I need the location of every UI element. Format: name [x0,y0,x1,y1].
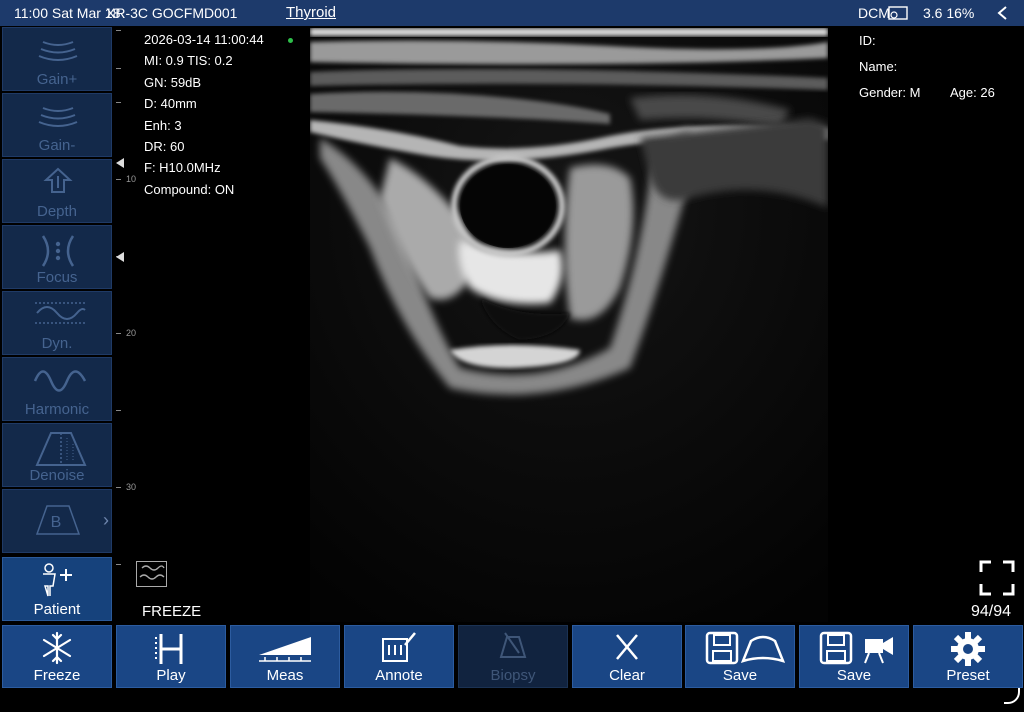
mi-tis-value: MI: 0.9 TIS: 0.2 [144,53,233,69]
gain-plus-label: Gain+ [36,71,78,88]
denoise-label: Denoise [29,467,85,484]
enhancement-value: Enh: 3 [144,117,182,133]
depth-label-20: 20 [126,328,137,338]
clock-date: 11:00 Sat Mar 18 [14,5,121,21]
depth-scale: 10 20 30 [116,30,140,620]
biopsy-label: Biopsy [490,667,536,684]
compound-value: Compound: ON [144,181,235,197]
annotate-icon [382,632,416,662]
patient-gender: Gender: M [859,85,921,100]
left-sidebar: Gain+ Gain- Depth Focus Dyn. Harmonic De… [0,27,114,625]
depth-tick [116,410,121,411]
focus-label: Focus [36,269,78,286]
focus-icon [41,235,75,267]
freeze-label: Freeze [33,667,81,684]
gear-icon [951,632,985,666]
biopsy-icon [499,632,527,658]
patient-id-label: ID: [859,33,876,48]
save-image-icon [705,631,785,665]
ultrasound-image[interactable] [310,28,828,622]
save-video-icon [819,631,893,665]
dynamic-range-label: Dyn. [41,335,73,352]
gain-minus-label: Gain- [38,137,76,154]
depth-tick [116,179,121,180]
depth-tick [116,102,121,103]
measure-button[interactable]: Meas [230,625,340,688]
fullscreen-icon[interactable] [979,560,1015,596]
harmonic-label: Harmonic [24,401,90,418]
exam-datetime: 2026-03-14 11:00:44 [144,32,264,47]
depth-value: D: 40mm [144,96,197,112]
denoise-icon [35,432,87,466]
cine-loop-icon[interactable] [136,561,167,587]
play-label: Play [156,667,186,684]
patient-name-label: Name: [859,59,898,74]
b-mode-label: B [50,514,62,531]
annotate-button[interactable]: Annote [344,625,454,688]
clear-button[interactable]: Clear [572,625,682,688]
imaging-parameters: 2026-03-14 11:00:44 MI: 0.9 TIS: 0.2 GN:… [144,32,264,203]
back-arrow-icon[interactable] [995,5,1011,21]
measure-label: Meas [266,667,304,684]
gain-plus-icon [38,41,78,61]
depth-icon [43,167,73,193]
depth-tick [116,564,121,565]
patient-icon [43,563,72,597]
save-image-label: Save [722,667,758,684]
dcm-label: DCM [858,5,890,21]
freeze-status: FREEZE [142,603,202,620]
focus-button[interactable]: Focus [2,225,112,289]
b-mode-button[interactable]: B › [2,489,112,553]
gain-value: GN: 59dB [144,74,202,90]
focus-marker[interactable] [116,252,124,262]
play-cine-icon [155,634,183,664]
depth-button[interactable]: Depth [2,159,112,223]
connection-indicator [288,38,293,43]
battery-info: 3.6 16% [923,5,975,21]
depth-label-30: 30 [126,482,137,492]
play-button[interactable]: Play [116,625,226,688]
denoise-button[interactable]: Denoise [2,423,112,487]
ultrasound-scan-graphic [310,28,828,622]
snowflake-icon [42,631,72,665]
depth-tick [116,30,121,31]
bottom-toolbar: Freeze Play Meas Annote Biopsy Clear Sav… [0,625,1024,689]
gain-minus-icon [38,107,78,127]
biopsy-button[interactable]: Biopsy [458,625,568,688]
depth-label: Depth [36,203,78,220]
patient-age: Age: 26 [950,85,995,100]
save-image-button[interactable]: Save [685,625,795,688]
measure-icon [259,637,311,662]
preset-title[interactable]: Thyroid [286,4,336,21]
depth-tick [116,487,121,488]
save-video-label: Save [836,667,872,684]
freeze-button[interactable]: Freeze [2,625,112,688]
clear-icon [616,634,638,660]
gain-plus-button[interactable]: Gain+ [2,27,112,91]
patient-button[interactable]: Patient [2,557,112,621]
depth-label-10: 10 [126,174,137,184]
frequency-value: F: H10.0MHz [144,160,221,176]
dynamic-range-icon [35,302,86,324]
depth-tick [116,68,121,69]
save-video-button[interactable]: Save [799,625,909,688]
status-bar: 11:00 Sat Mar 18 XR-3C GOCFMD001 Thyroid… [0,0,1024,26]
dynamic-range-value: DR: 60 [144,138,185,154]
home-indicator [1004,688,1020,704]
harmonic-button[interactable]: Harmonic [2,357,112,421]
chevron-right-icon[interactable]: › [103,510,109,531]
dynamic-range-button[interactable]: Dyn. [2,291,112,355]
frame-counter: 94/94 [971,603,1012,620]
clear-label: Clear [609,667,645,684]
preset-label: Preset [946,667,990,684]
device-name: XR-3C GOCFMD001 [106,5,238,21]
patient-label: Patient [33,601,81,618]
harmonic-icon [33,370,87,392]
depth-tick [116,333,121,334]
annotate-label: Annote [375,667,423,684]
dicom-icon [888,6,908,20]
preset-button[interactable]: Preset [913,625,1023,688]
gain-minus-button[interactable]: Gain- [2,93,112,157]
focus-marker[interactable] [116,158,124,168]
